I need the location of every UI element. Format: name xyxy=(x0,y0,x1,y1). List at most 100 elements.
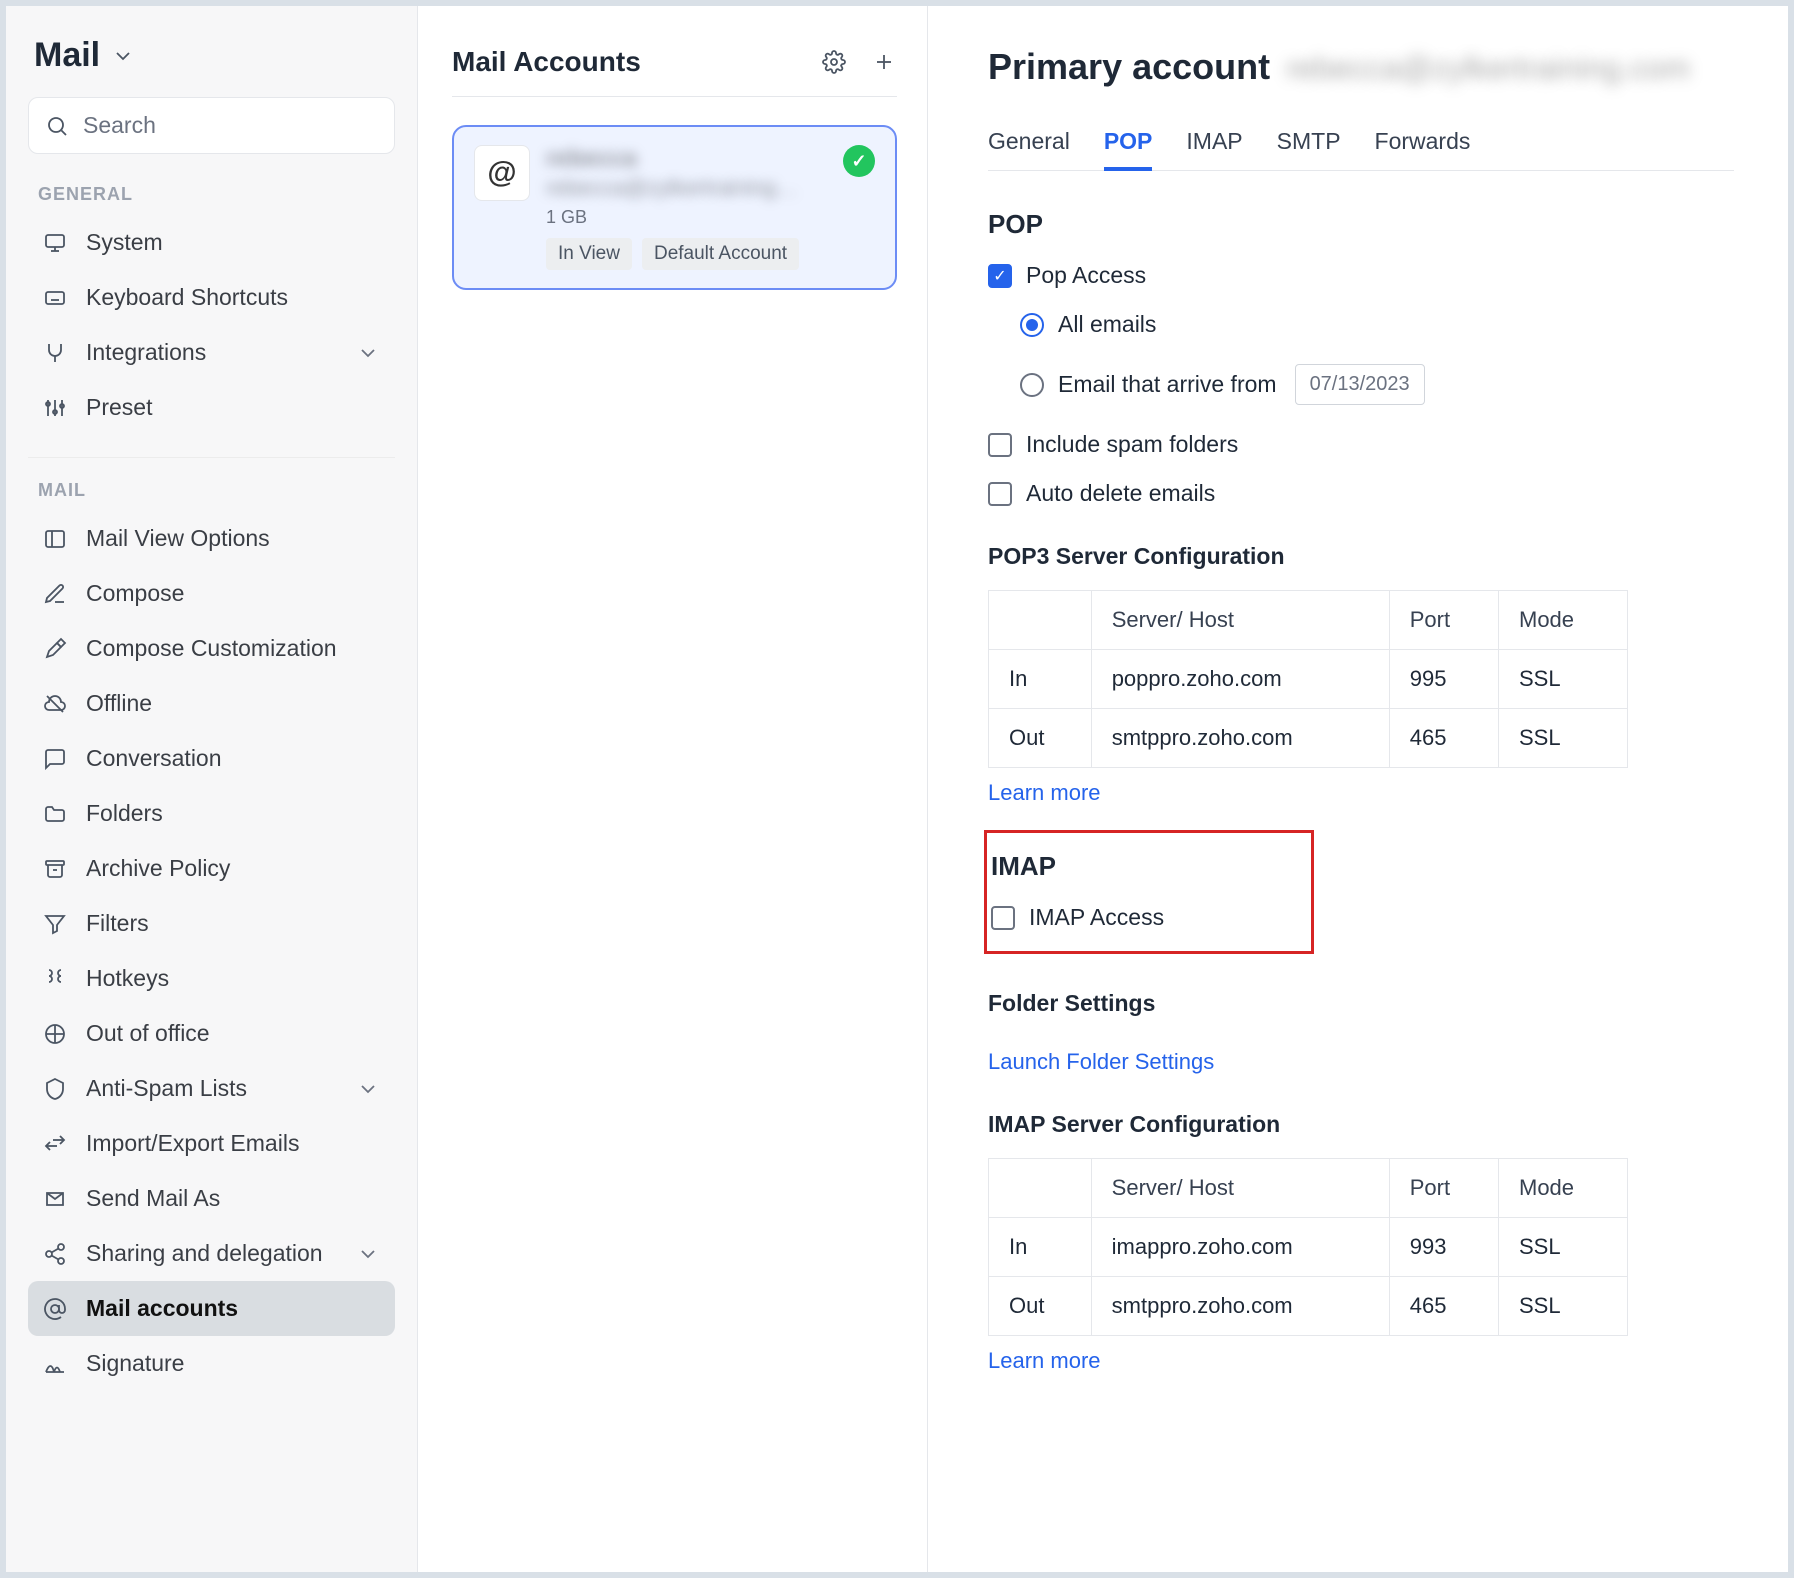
sidebar-item-label: Filters xyxy=(86,910,149,937)
integrations-icon xyxy=(42,340,68,366)
add-account-icon[interactable] xyxy=(871,49,897,75)
table-row: Inpoppro.zoho.com995SSL xyxy=(989,650,1628,709)
sidebar-item-anti-spam-lists[interactable]: Anti-Spam Lists xyxy=(28,1061,395,1116)
tab-general[interactable]: General xyxy=(988,128,1070,170)
table-cell: 465 xyxy=(1389,1277,1498,1336)
table-row: Outsmtppro.zoho.com465SSL xyxy=(989,709,1628,768)
table-cell: In xyxy=(989,650,1092,709)
sidebar-item-archive-policy[interactable]: Archive Policy xyxy=(28,841,395,896)
accounts-column: Mail Accounts @ rebecca rebecca@zylkertr… xyxy=(418,6,928,1572)
sidebar-item-folders[interactable]: Folders xyxy=(28,786,395,841)
sidebar-item-label: Preset xyxy=(86,394,152,421)
account-card[interactable]: @ rebecca rebecca@zylkertraining… 1 GB I… xyxy=(452,125,897,290)
pop-from-date[interactable]: 07/13/2023 xyxy=(1295,364,1425,405)
table-cell: smtppro.zoho.com xyxy=(1091,1277,1389,1336)
sidebar-item-import-export-emails[interactable]: Import/Export Emails xyxy=(28,1116,395,1171)
auto-delete-checkbox[interactable] xyxy=(988,482,1012,506)
sidebar-item-send-mail-as[interactable]: Send Mail As xyxy=(28,1171,395,1226)
pop-access-label: Pop Access xyxy=(1026,262,1146,289)
imap-access-checkbox[interactable] xyxy=(991,906,1015,930)
pop-access-checkbox[interactable]: ✓ xyxy=(988,264,1012,288)
imap-learn-more-link[interactable]: Learn more xyxy=(988,1348,1101,1374)
sidebar-item-label: Keyboard Shortcuts xyxy=(86,284,288,311)
tab-bar: General POP IMAP SMTP Forwards xyxy=(988,128,1734,171)
sidebar-item-hotkeys[interactable]: Hotkeys xyxy=(28,951,395,1006)
table-cell: poppro.zoho.com xyxy=(1091,650,1389,709)
sidebar-item-label: Signature xyxy=(86,1350,184,1377)
chevron-down-icon xyxy=(110,43,136,69)
table-header: Mode xyxy=(1499,1159,1628,1218)
sidebar-item-label: Sharing and delegation xyxy=(86,1240,323,1267)
table-row: Inimappro.zoho.com993SSL xyxy=(989,1218,1628,1277)
sidebar-item-filters[interactable]: Filters xyxy=(28,896,395,951)
table-header: Mode xyxy=(1499,591,1628,650)
sidebar-item-compose[interactable]: Compose xyxy=(28,566,395,621)
table-cell: SSL xyxy=(1499,650,1628,709)
auto-delete-label: Auto delete emails xyxy=(1026,480,1215,507)
table-cell: smtppro.zoho.com xyxy=(1091,709,1389,768)
system-icon xyxy=(42,230,68,256)
offline-icon xyxy=(42,691,68,717)
launch-folder-settings-link[interactable]: Launch Folder Settings xyxy=(988,1049,1214,1075)
sidebar-item-offline[interactable]: Offline xyxy=(28,676,395,731)
section-general-label: GENERAL xyxy=(38,184,395,205)
tab-pop[interactable]: POP xyxy=(1104,128,1153,171)
mail-view-options-icon xyxy=(42,526,68,552)
app-menu[interactable]: Mail xyxy=(28,36,395,75)
search-input[interactable] xyxy=(81,111,381,140)
pop-radio-from[interactable] xyxy=(1020,373,1044,397)
conversation-icon xyxy=(42,746,68,772)
main-pane: Primary account rebecca@zylkertraining.c… xyxy=(928,6,1788,1572)
table-cell: SSL xyxy=(1499,709,1628,768)
preset-icon xyxy=(42,395,68,421)
sidebar-item-mail-view-options[interactable]: Mail View Options xyxy=(28,511,395,566)
include-spam-label: Include spam folders xyxy=(1026,431,1238,458)
table-header xyxy=(989,591,1092,650)
hotkeys-icon xyxy=(42,966,68,992)
sidebar-item-system[interactable]: System xyxy=(28,215,395,270)
sidebar-item-out-of-office[interactable]: Out of office xyxy=(28,1006,395,1061)
tab-imap[interactable]: IMAP xyxy=(1186,128,1242,170)
pop-section-title: POP xyxy=(988,209,1734,240)
tab-forwards[interactable]: Forwards xyxy=(1375,128,1471,170)
pop-learn-more-link[interactable]: Learn more xyxy=(988,780,1101,806)
sidebar-item-compose-customization[interactable]: Compose Customization xyxy=(28,621,395,676)
gear-icon[interactable] xyxy=(821,49,847,75)
pop-radio-all[interactable] xyxy=(1020,313,1044,337)
sidebar-item-keyboard-shortcuts[interactable]: Keyboard Shortcuts xyxy=(28,270,395,325)
include-spam-checkbox[interactable] xyxy=(988,433,1012,457)
sidebar-item-signature[interactable]: Signature xyxy=(28,1336,395,1391)
sidebar-item-mail-accounts[interactable]: Mail accounts xyxy=(28,1281,395,1336)
folders-icon xyxy=(42,801,68,827)
section-mail-label: MAIL xyxy=(38,480,395,501)
table-header: Server/ Host xyxy=(1091,1159,1389,1218)
send-mail-as-icon xyxy=(42,1186,68,1212)
sidebar-item-label: Mail View Options xyxy=(86,525,270,552)
filters-icon xyxy=(42,911,68,937)
account-name: rebecca xyxy=(546,145,827,173)
sidebar-divider xyxy=(28,457,395,458)
sidebar-item-label: Out of office xyxy=(86,1020,210,1047)
compose-customization-icon xyxy=(42,636,68,662)
pop-config-table: Server/ HostPortModeInpoppro.zoho.com995… xyxy=(988,590,1628,768)
table-header: Server/ Host xyxy=(1091,591,1389,650)
table-cell: 465 xyxy=(1389,709,1498,768)
sidebar-item-preset[interactable]: Preset xyxy=(28,380,395,435)
table-header xyxy=(989,1159,1092,1218)
search-icon xyxy=(45,113,69,139)
sidebar-item-label: Mail accounts xyxy=(86,1295,238,1322)
sidebar-item-sharing-and-delegation[interactable]: Sharing and delegation xyxy=(28,1226,395,1281)
table-header: Port xyxy=(1389,1159,1498,1218)
table-row: Outsmtppro.zoho.com465SSL xyxy=(989,1277,1628,1336)
sidebar-item-label: Integrations xyxy=(86,339,206,366)
sidebar-item-conversation[interactable]: Conversation xyxy=(28,731,395,786)
tab-smtp[interactable]: SMTP xyxy=(1277,128,1341,170)
imap-section-title: IMAP xyxy=(991,851,1291,882)
sidebar-item-integrations[interactable]: Integrations xyxy=(28,325,395,380)
pop-radio-from-label: Email that arrive from xyxy=(1058,371,1277,398)
sidebar: Mail GENERAL System Keyboard Shortcuts Int… xyxy=(6,6,418,1572)
imap-config-title: IMAP Server Configuration xyxy=(988,1111,1734,1138)
imap-access-label: IMAP Access xyxy=(1029,904,1164,931)
sidebar-item-label: Hotkeys xyxy=(86,965,169,992)
search-box[interactable] xyxy=(28,97,395,154)
